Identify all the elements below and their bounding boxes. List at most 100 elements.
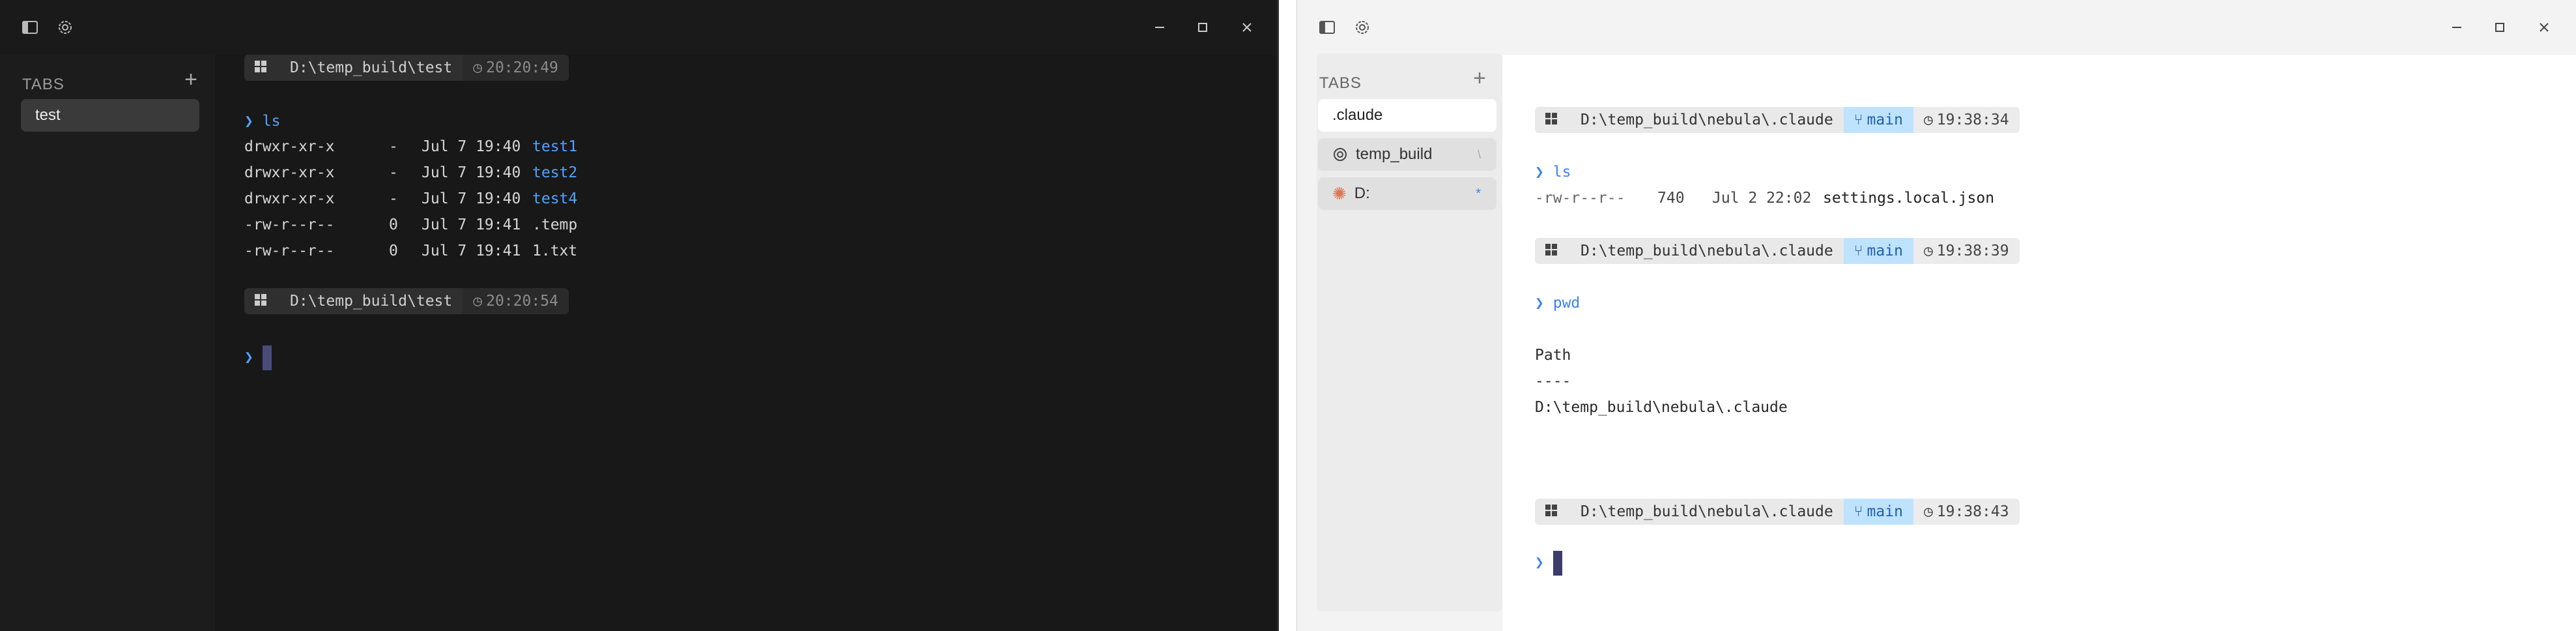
gear-icon[interactable] bbox=[55, 17, 76, 38]
prompt-symbol: ❯ bbox=[244, 349, 253, 366]
file-mode: -rw-r--r-- bbox=[244, 216, 335, 233]
input-line[interactable]: ❯ bbox=[244, 345, 272, 370]
time-segment: ◷ 19:38:34 bbox=[1913, 107, 2020, 133]
prompt-bar: D:\temp_build\nebula\.claude ⑂ main ◷ 19… bbox=[1535, 499, 2020, 525]
file-name: test4 bbox=[532, 190, 578, 207]
file-mode: drwxr-xr-x bbox=[244, 190, 335, 207]
command-text: ls bbox=[262, 113, 281, 130]
tab-label: test bbox=[35, 106, 61, 124]
file-date: Jul 7 19:41 bbox=[422, 216, 521, 233]
file-size: - bbox=[389, 164, 398, 181]
prompt-bar: D:\temp_build\test ◷ 20:20:49 bbox=[244, 55, 569, 81]
tab-badge: \ bbox=[1477, 147, 1481, 161]
tab-label: .claude bbox=[1332, 106, 1383, 124]
tabs-heading: TABS bbox=[1319, 74, 1362, 92]
clock-icon: ◷ bbox=[473, 293, 483, 310]
maximize-icon[interactable] bbox=[2487, 14, 2513, 40]
clock-icon: ◷ bbox=[1923, 111, 1933, 128]
file-mode: -rw-r--r-- bbox=[244, 242, 335, 259]
file-name: test1 bbox=[532, 138, 578, 155]
git-branch-segment: ⑂ main bbox=[1843, 499, 1913, 525]
time-text: 19:38:34 bbox=[1936, 111, 2009, 128]
file-date: Jul 7 19:40 bbox=[422, 138, 521, 155]
file-name: .temp bbox=[532, 216, 578, 233]
prompt-bar: D:\temp_build\test ◷ 20:20:54 bbox=[244, 288, 569, 314]
file-name: 1.txt bbox=[532, 242, 578, 259]
file-size: - bbox=[389, 190, 398, 207]
clock-icon: ◷ bbox=[1923, 242, 1933, 259]
cursor bbox=[262, 345, 272, 370]
path-text: D:\temp_build\test bbox=[290, 293, 453, 310]
windows-icon bbox=[1545, 111, 1557, 128]
tabs-heading: TABS bbox=[22, 76, 64, 93]
terminal-pane[interactable]: D:\temp_build\nebula\.claude ⑂ main ◷ 19… bbox=[1502, 55, 2576, 631]
input-line[interactable]: ❯ bbox=[1535, 550, 1562, 576]
file-size: 740 bbox=[1657, 190, 1685, 207]
close-icon[interactable] bbox=[1234, 14, 1260, 40]
file-date: Jul 7 19:41 bbox=[422, 242, 521, 259]
prompt-bar: D:\temp_build\nebula\.claude ⑂ main ◷ 19… bbox=[1535, 238, 2020, 264]
prompt-symbol: ❯ bbox=[1535, 554, 1544, 571]
git-branch-icon: ⑂ bbox=[1853, 503, 1863, 520]
list-item: drwxr-xr-x - Jul 7 19:40 test4 bbox=[244, 189, 577, 209]
branch-text: main bbox=[1867, 503, 1903, 520]
git-branch-icon: ⑂ bbox=[1853, 242, 1863, 259]
time-segment: ◷ 19:38:39 bbox=[1913, 238, 2020, 264]
list-item: drwxr-xr-x - Jul 7 19:40 test1 bbox=[244, 137, 577, 156]
command-line: ❯ ls bbox=[244, 111, 280, 131]
tab-badge: * bbox=[1476, 186, 1481, 201]
file-size: 0 bbox=[389, 216, 398, 233]
cursor bbox=[1553, 550, 1562, 576]
branch-text: main bbox=[1867, 242, 1903, 259]
file-date: Jul 7 19:40 bbox=[422, 164, 521, 181]
command-line: ❯ pwd bbox=[1535, 293, 1580, 313]
time-text: 20:20:49 bbox=[486, 59, 558, 76]
os-segment: D:\temp_build\test bbox=[244, 55, 463, 81]
title-bar bbox=[0, 0, 1277, 55]
prompt-bar: D:\temp_build\nebula\.claude ⑂ main ◷ 19… bbox=[1535, 107, 2020, 133]
sidebar: TABS + .claude temp_build \ ✺ D: * bbox=[1317, 53, 1502, 611]
prompt-symbol: ❯ bbox=[1535, 164, 1544, 181]
windows-icon bbox=[255, 293, 266, 310]
tab-temp-build[interactable]: temp_build \ bbox=[1318, 138, 1496, 171]
os-segment: D:\temp_build\nebula\.claude bbox=[1535, 238, 1844, 264]
git-branch-icon: ⑂ bbox=[1853, 111, 1863, 128]
os-segment: D:\temp_build\test bbox=[244, 288, 463, 314]
sidebar-toggle-icon[interactable] bbox=[20, 17, 40, 38]
file-size: - bbox=[389, 138, 398, 155]
pwd-rule: ---- bbox=[1535, 373, 1571, 390]
path-text: D:\temp_build\nebula\.claude bbox=[1581, 503, 1833, 520]
path-text: D:\temp_build\nebula\.claude bbox=[1581, 242, 1833, 259]
tab-label: temp_build bbox=[1356, 145, 1433, 163]
claude-sparkle-icon: ✺ bbox=[1332, 183, 1347, 203]
add-tab-button[interactable]: + bbox=[1468, 66, 1491, 90]
tab-d-drive[interactable]: ✺ D: * bbox=[1318, 177, 1496, 210]
time-text: 20:20:54 bbox=[486, 293, 558, 310]
windows-icon bbox=[1545, 503, 1557, 520]
file-name: test2 bbox=[532, 164, 578, 181]
time-text: 19:38:43 bbox=[1936, 503, 2009, 520]
gear-icon[interactable] bbox=[1352, 17, 1373, 38]
terminal-window-dark: TABS + test D:\temp_build\test ◷ 20:20:4… bbox=[0, 0, 1279, 631]
terminal-pane[interactable]: D:\temp_build\test ◷ 20:20:49 ❯ ls drwxr… bbox=[215, 55, 1277, 631]
minimize-icon[interactable] bbox=[1147, 14, 1173, 40]
sidebar-toggle-icon[interactable] bbox=[1317, 17, 1338, 38]
clock-icon: ◷ bbox=[473, 59, 483, 76]
minimize-icon[interactable] bbox=[2444, 14, 2470, 40]
tab-label: D: bbox=[1354, 184, 1370, 202]
command-text: ls bbox=[1553, 164, 1571, 181]
file-date: Jul 2 22:02 bbox=[1712, 190, 1812, 207]
prompt-symbol: ❯ bbox=[1535, 295, 1544, 312]
prompt-symbol: ❯ bbox=[244, 113, 253, 130]
os-segment: D:\temp_build\nebula\.claude bbox=[1535, 499, 1844, 525]
command-text: pwd bbox=[1553, 295, 1581, 312]
add-tab-button[interactable]: + bbox=[179, 68, 203, 91]
tab-test[interactable]: test bbox=[21, 99, 199, 132]
tab-claude[interactable]: .claude bbox=[1318, 99, 1496, 132]
maximize-icon[interactable] bbox=[1190, 14, 1216, 40]
windows-icon bbox=[255, 59, 266, 76]
file-mode: drwxr-xr-x bbox=[244, 164, 335, 181]
time-segment: ◷ 20:20:49 bbox=[463, 55, 569, 81]
close-icon[interactable] bbox=[2531, 14, 2557, 40]
file-size: 0 bbox=[389, 242, 398, 259]
